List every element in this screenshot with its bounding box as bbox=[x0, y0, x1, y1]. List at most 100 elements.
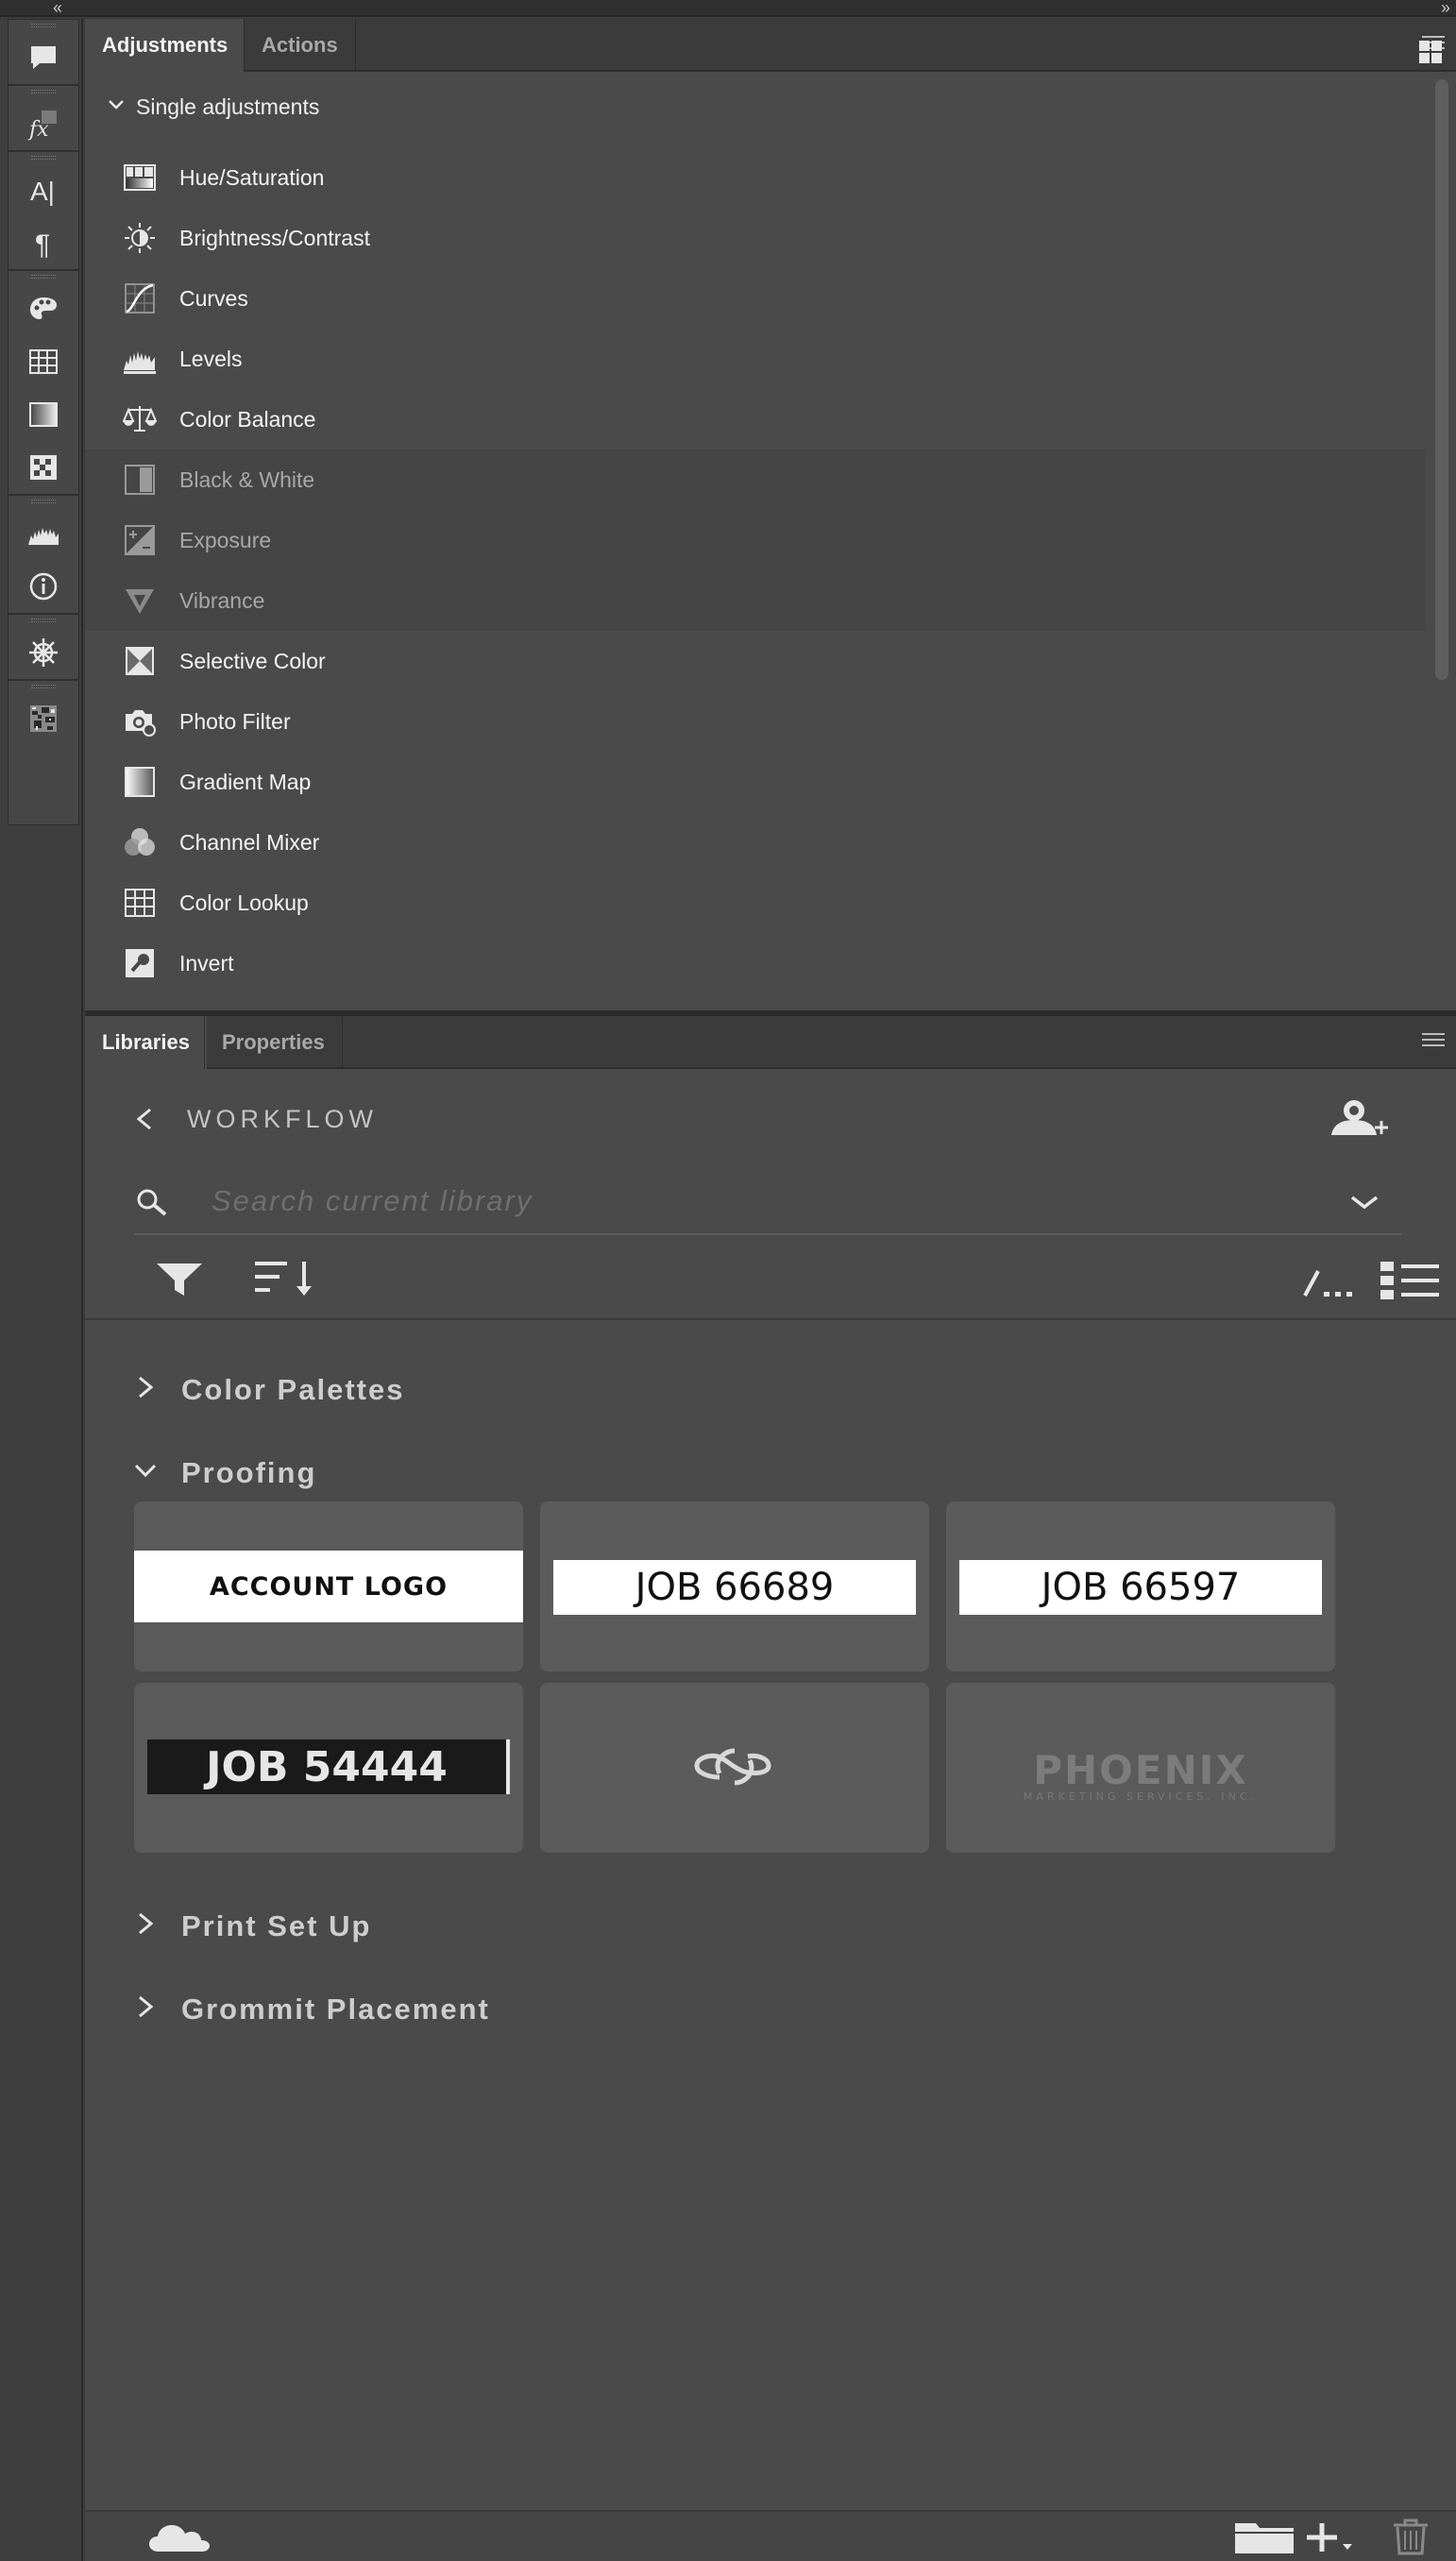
library-item-phoenix-logo[interactable]: PHOENIX MARKETING SERVICES, INC. bbox=[946, 1683, 1335, 1853]
adjustment-label: Photo Filter bbox=[179, 709, 291, 734]
tab-actions[interactable]: Actions bbox=[244, 19, 356, 72]
tool-group-comments bbox=[8, 20, 78, 86]
adjustments-tab-bar: Adjustments Actions bbox=[85, 19, 1456, 74]
library-item-job-54444[interactable]: JOB 54444 bbox=[134, 1683, 523, 1853]
tab-libraries[interactable]: Libraries bbox=[85, 1016, 207, 1071]
chevron-right-icon bbox=[139, 1376, 154, 1399]
trash-icon[interactable] bbox=[1390, 2518, 1431, 2555]
gradients-icon[interactable] bbox=[8, 388, 78, 441]
grid-view-icon[interactable] bbox=[1418, 40, 1443, 64]
paragraph-icon[interactable]: ¶ bbox=[8, 216, 78, 269]
adjustment-label: Brightness/Contrast bbox=[179, 226, 370, 250]
adjustments-list: Hue/Saturation Brightness/Contrast Curve… bbox=[85, 147, 1426, 993]
list-view-icon[interactable] bbox=[1379, 1260, 1441, 1301]
adjustment-label: Invert bbox=[179, 951, 234, 975]
chevron-down-icon[interactable] bbox=[1348, 1192, 1380, 1213]
sort-icon[interactable] bbox=[253, 1258, 315, 1299]
filter-icon[interactable] bbox=[155, 1262, 204, 1297]
library-item-account-logo[interactable]: ACCOUNT LOGO bbox=[134, 1501, 523, 1671]
histogram-icon[interactable] bbox=[8, 507, 78, 560]
cloud-sync-icon[interactable] bbox=[147, 2521, 217, 2553]
color-balance-icon bbox=[123, 406, 157, 432]
navigator-icon[interactable] bbox=[8, 626, 78, 679]
libraries-panel: Libraries Properties WORKFLOW Color Pale… bbox=[85, 1016, 1456, 2561]
single-adjustments-header[interactable]: Single adjustments bbox=[85, 72, 1426, 142]
add-icon[interactable] bbox=[1303, 2519, 1360, 2555]
adjustment-channel-mixer[interactable]: Channel Mixer bbox=[85, 812, 1426, 873]
adjustment-label: Curves bbox=[179, 286, 248, 311]
adjustments-scrollbar[interactable] bbox=[1435, 79, 1448, 680]
libraries-tab-bar: Libraries Properties bbox=[85, 1016, 1456, 1071]
chevron-right-icon bbox=[139, 1912, 154, 1935]
adjustment-invert[interactable]: Invert bbox=[85, 933, 1426, 993]
photo-filter-icon bbox=[126, 710, 156, 737]
patterns-icon[interactable] bbox=[8, 441, 78, 494]
adjustment-curves[interactable]: Curves bbox=[85, 268, 1426, 329]
folder-icon[interactable] bbox=[1233, 2519, 1295, 2555]
group-color-palettes[interactable]: Color Palettes bbox=[134, 1360, 1362, 1416]
curves-icon bbox=[125, 283, 155, 314]
chevron-right-icon bbox=[139, 1995, 154, 2018]
gradient-map-icon bbox=[125, 767, 155, 797]
group-grommit-placement[interactable]: Grommit Placement bbox=[134, 1979, 1362, 2036]
adjustment-label: Hue/Saturation bbox=[179, 165, 325, 190]
collapse-panels-button[interactable]: ‹‹ bbox=[53, 0, 62, 16]
library-item-creative-cloud[interactable] bbox=[540, 1683, 929, 1853]
adjustment-gradient-map[interactable]: Gradient Map bbox=[85, 752, 1426, 812]
color-palette-icon[interactable] bbox=[8, 282, 78, 335]
adjustment-label: Black & White bbox=[179, 467, 315, 492]
phoenix-logo-subtext: MARKETING SERVICES, INC. bbox=[1023, 1790, 1259, 1803]
adjustment-vibrance[interactable]: Vibrance bbox=[85, 570, 1426, 631]
library-item-job-66689[interactable]: JOB 66689 bbox=[540, 1501, 929, 1671]
adjustment-photo-filter[interactable]: Photo Filter bbox=[85, 691, 1426, 752]
chevron-left-icon[interactable] bbox=[134, 1107, 155, 1131]
stock-search-icon[interactable] bbox=[1301, 1265, 1356, 1299]
expand-panels-button[interactable]: ›› bbox=[1441, 0, 1450, 16]
tile-text: JOB 54444 bbox=[206, 1742, 448, 1791]
vibrance-icon bbox=[126, 589, 154, 614]
phoenix-logo-text: PHOENIX bbox=[1033, 1747, 1248, 1793]
adjustment-label: Color Balance bbox=[179, 407, 316, 432]
adjustment-label: Levels bbox=[179, 347, 243, 371]
image-thumbnail-icon[interactable] bbox=[8, 692, 78, 745]
adjustment-selective-color[interactable]: Selective Color bbox=[85, 631, 1426, 691]
adjustment-brightness-contrast[interactable]: Brightness/Contrast bbox=[85, 208, 1426, 268]
tile-text: ACCOUNT LOGO bbox=[209, 1571, 449, 1602]
adjustment-exposure[interactable]: Exposure bbox=[85, 510, 1426, 570]
group-name: Color Palettes bbox=[181, 1373, 405, 1406]
svg-text:A|: A| bbox=[30, 177, 55, 206]
adjustment-label: Exposure bbox=[179, 528, 272, 552]
group-name: Grommit Placement bbox=[181, 1993, 490, 2026]
character-icon[interactable]: A| bbox=[8, 163, 78, 216]
comment-icon[interactable] bbox=[8, 31, 78, 84]
panel-menu-icon[interactable] bbox=[1422, 1033, 1445, 1052]
black-white-icon bbox=[125, 465, 155, 495]
library-item-job-66597[interactable]: JOB 66597 bbox=[946, 1501, 1335, 1671]
add-user-icon[interactable] bbox=[1326, 1097, 1392, 1141]
adjustment-black-white[interactable]: Black & White bbox=[85, 449, 1426, 510]
brightness-contrast-icon bbox=[125, 223, 155, 253]
tool-group-color bbox=[8, 271, 78, 496]
tab-adjustments[interactable]: Adjustments bbox=[85, 19, 245, 74]
fx-icon[interactable]: fx bbox=[8, 97, 78, 150]
group-print-set-up[interactable]: Print Set Up bbox=[134, 1896, 1362, 1953]
invert-icon bbox=[126, 949, 154, 977]
library-header: WORKFLOW bbox=[85, 1069, 1456, 1167]
adjustment-levels[interactable]: Levels bbox=[85, 329, 1426, 389]
search-input[interactable] bbox=[212, 1180, 1297, 1222]
chevron-down-icon bbox=[109, 100, 124, 110]
adjustment-label: Gradient Map bbox=[179, 770, 312, 794]
top-strip: ‹‹ ›› bbox=[0, 0, 1456, 17]
adjustment-label: Color Lookup bbox=[179, 890, 309, 915]
section-title: Single adjustments bbox=[136, 94, 320, 119]
group-proofing[interactable]: Proofing bbox=[134, 1443, 1362, 1500]
adjustment-color-lookup[interactable]: Color Lookup bbox=[85, 873, 1426, 933]
adjustment-hue-saturation[interactable]: Hue/Saturation bbox=[85, 147, 1426, 208]
selective-color-icon bbox=[126, 647, 154, 675]
tool-group-image bbox=[8, 681, 78, 745]
info-icon[interactable] bbox=[8, 560, 78, 613]
swatches-icon[interactable] bbox=[8, 335, 78, 388]
svg-text:fx: fx bbox=[27, 118, 49, 141]
adjustment-color-balance[interactable]: Color Balance bbox=[85, 389, 1426, 449]
tab-properties[interactable]: Properties bbox=[204, 1016, 343, 1069]
